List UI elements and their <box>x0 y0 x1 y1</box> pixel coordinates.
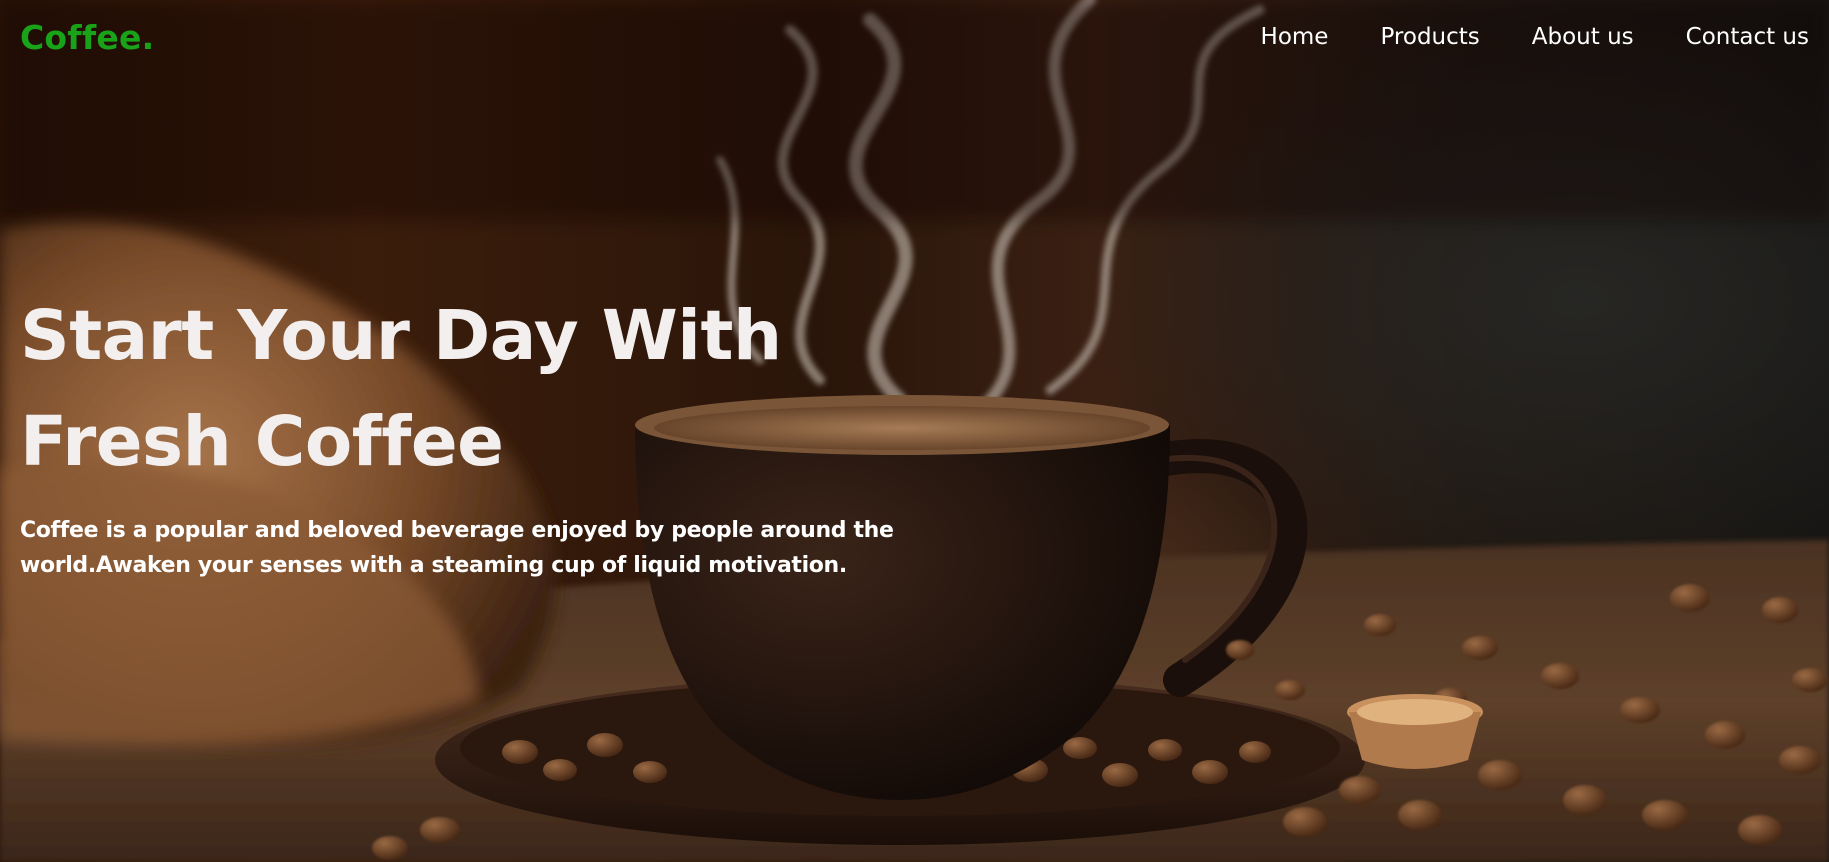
nav-link-home[interactable]: Home <box>1261 24 1329 50</box>
nav-link-contact-us[interactable]: Contact us <box>1686 24 1809 50</box>
nav-link-about-us[interactable]: About us <box>1532 24 1634 50</box>
nav-link-products[interactable]: Products <box>1380 24 1479 50</box>
top-navigation: Coffee. Home Products About us Contact u… <box>0 0 1829 80</box>
logo[interactable]: Coffee. <box>20 18 154 57</box>
hero-headline: Start Your Day With Fresh Coffee <box>20 283 782 495</box>
hero-description: Coffee is a popular and beloved beverage… <box>20 518 894 578</box>
hero-headline-line-2: Fresh Coffee <box>20 402 504 482</box>
hero-headline-line-1: Start Your Day With <box>20 296 782 376</box>
hero-section: Coffee. Home Products About us Contact u… <box>0 0 1829 862</box>
nav-menu: Home Products About us Contact us <box>1261 24 1809 50</box>
